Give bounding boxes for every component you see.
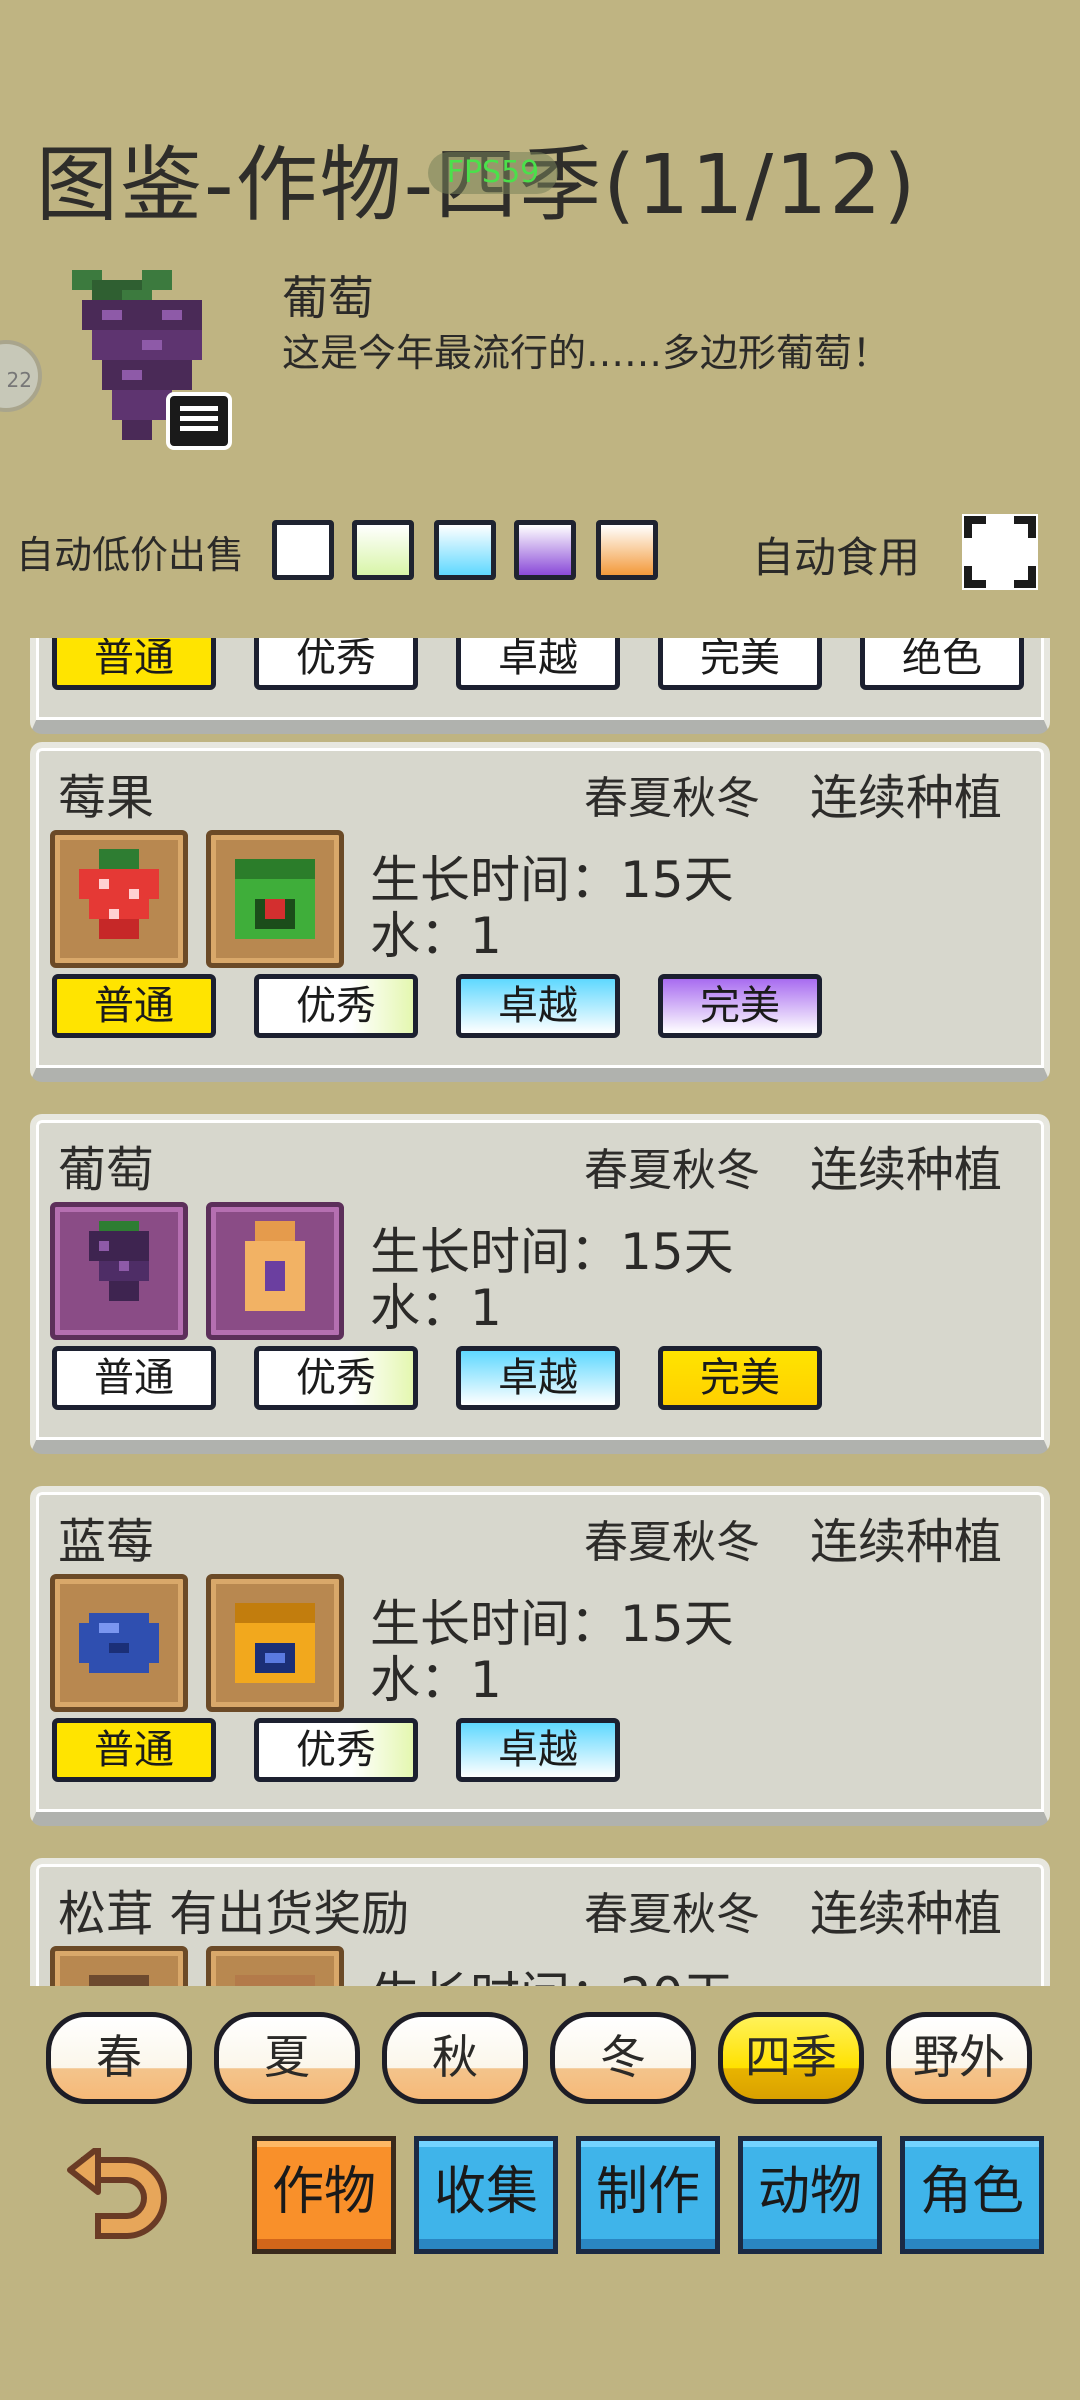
quality-button[interactable]: 优秀 bbox=[254, 974, 418, 1038]
quality-button[interactable]: 普通 bbox=[52, 1718, 216, 1782]
crop-slot[interactable] bbox=[50, 1202, 188, 1340]
auto-sell-quality-excellent[interactable] bbox=[434, 520, 496, 580]
crop-slot[interactable] bbox=[50, 830, 188, 968]
quality-button[interactable]: 普通 bbox=[52, 1346, 216, 1410]
quality-button[interactable]: 卓越 bbox=[456, 1718, 620, 1782]
crop-slot[interactable] bbox=[50, 1946, 188, 1986]
crop-name: 莓果 bbox=[58, 770, 155, 826]
detail-description: 这是今年最流行的……多边形葡萄！ bbox=[282, 331, 891, 375]
tab-animals[interactable]: 动物 bbox=[738, 2136, 882, 2254]
crop-type: 连续种植 bbox=[810, 1142, 1003, 1198]
auto-sell-quality-perfect[interactable] bbox=[514, 520, 576, 580]
crop-slot[interactable] bbox=[50, 1574, 188, 1712]
seed-packet-icon bbox=[235, 1975, 315, 1986]
tab-summer[interactable]: 夏 bbox=[214, 2012, 360, 2104]
chat-note-icon bbox=[166, 392, 232, 450]
back-arrow-icon[interactable] bbox=[64, 2145, 174, 2248]
quality-button[interactable]: 优秀 bbox=[254, 1346, 418, 1410]
crop-list[interactable]: 普通 优秀 卓越 完美 绝色 莓果 春夏秋冬 连续种植 生长时间：15天 水：1… bbox=[30, 638, 1050, 1986]
tab-collect[interactable]: 收集 bbox=[414, 2136, 558, 2254]
seed-slot[interactable] bbox=[206, 1946, 344, 1986]
seed-packet-green-icon bbox=[235, 859, 315, 939]
seed-bag-icon bbox=[245, 1221, 305, 1311]
crop-seasons: 春夏秋冬 bbox=[584, 1517, 760, 1568]
auto-eat-label: 自动食用 bbox=[752, 533, 921, 582]
expand-icon[interactable] bbox=[962, 514, 1038, 590]
fps-counter: FPS59 bbox=[428, 152, 558, 194]
crop-card[interactable]: 蓝莓 春夏秋冬 连续种植 生长时间：15天 水：1 普通 优秀 卓越 bbox=[30, 1486, 1050, 1826]
mushroom-icon bbox=[89, 1975, 149, 1986]
grape-icon bbox=[89, 1221, 149, 1301]
quality-button[interactable]: 卓越 bbox=[456, 1346, 620, 1410]
seed-slot[interactable] bbox=[206, 1574, 344, 1712]
tab-winter[interactable]: 冬 bbox=[550, 2012, 696, 2104]
crop-name: 蓝莓 bbox=[58, 1514, 155, 1570]
quality-button[interactable]: 普通 bbox=[52, 974, 216, 1038]
quality-button[interactable]: 优秀 bbox=[254, 638, 418, 690]
quality-button[interactable]: 完美 bbox=[658, 638, 822, 690]
crop-type: 连续种植 bbox=[810, 1514, 1003, 1570]
auto-sell-quality-good[interactable] bbox=[352, 520, 414, 580]
crop-type: 连续种植 bbox=[810, 770, 1003, 826]
tab-wild[interactable]: 野外 bbox=[886, 2012, 1032, 2104]
crop-name: 松茸 有出货奖励 bbox=[58, 1886, 410, 1942]
crop-type: 连续种植 bbox=[810, 1886, 1003, 1942]
detail-name: 葡萄 bbox=[282, 271, 374, 325]
quality-button[interactable]: 普通 bbox=[52, 638, 216, 690]
blueberry-icon bbox=[79, 1613, 159, 1673]
quality-button[interactable]: 完美 bbox=[658, 1346, 822, 1410]
crop-seasons: 春夏秋冬 bbox=[584, 773, 760, 824]
tab-all-seasons[interactable]: 四季 bbox=[718, 2012, 864, 2104]
tab-craft[interactable]: 制作 bbox=[576, 2136, 720, 2254]
crop-card[interactable]: 葡萄 春夏秋冬 连续种植 生长时间：15天 水：1 普通 优秀 卓越 完美 bbox=[30, 1114, 1050, 1454]
quality-button[interactable]: 卓越 bbox=[456, 638, 620, 690]
crop-name: 葡萄 bbox=[58, 1142, 155, 1198]
auto-sell-quality-normal[interactable] bbox=[272, 520, 334, 580]
quality-button[interactable]: 优秀 bbox=[254, 1718, 418, 1782]
tab-characters[interactable]: 角色 bbox=[900, 2136, 1044, 2254]
seed-slot[interactable] bbox=[206, 830, 344, 968]
crop-card[interactable]: 松茸 有出货奖励 春夏秋冬 连续种植 生长时间：20天 bbox=[30, 1858, 1050, 1986]
auto-sell-quality-legendary[interactable] bbox=[596, 520, 658, 580]
water-need: 水：1 bbox=[370, 1651, 502, 1709]
tab-spring[interactable]: 春 bbox=[46, 2012, 192, 2104]
water-need: 水：1 bbox=[370, 1279, 502, 1337]
grape-icon bbox=[62, 270, 242, 460]
quality-button[interactable]: 绝色 bbox=[860, 638, 1024, 690]
tab-autumn[interactable]: 秋 bbox=[382, 2012, 528, 2104]
grow-time: 生长时间：20天 bbox=[370, 1956, 734, 1986]
tab-crops[interactable]: 作物 bbox=[252, 2136, 396, 2254]
water-need: 水：1 bbox=[370, 907, 502, 965]
quality-button[interactable]: 完美 bbox=[658, 974, 822, 1038]
auto-sell-label: 自动低价出售 bbox=[16, 533, 245, 577]
seed-slot[interactable] bbox=[206, 1202, 344, 1340]
floating-assist-ball[interactable]: 22 bbox=[0, 340, 42, 412]
crop-card-partial: 普通 优秀 卓越 完美 绝色 bbox=[30, 638, 1050, 734]
strawberry-icon bbox=[79, 849, 159, 939]
quality-button[interactable]: 卓越 bbox=[456, 974, 620, 1038]
crop-seasons: 春夏秋冬 bbox=[584, 1145, 760, 1196]
crop-card[interactable]: 莓果 春夏秋冬 连续种植 生长时间：15天 水：1 普通 优秀 卓越 完美 bbox=[30, 742, 1050, 1082]
seed-packet-orange-icon bbox=[235, 1603, 315, 1683]
crop-seasons: 春夏秋冬 bbox=[584, 1889, 760, 1940]
